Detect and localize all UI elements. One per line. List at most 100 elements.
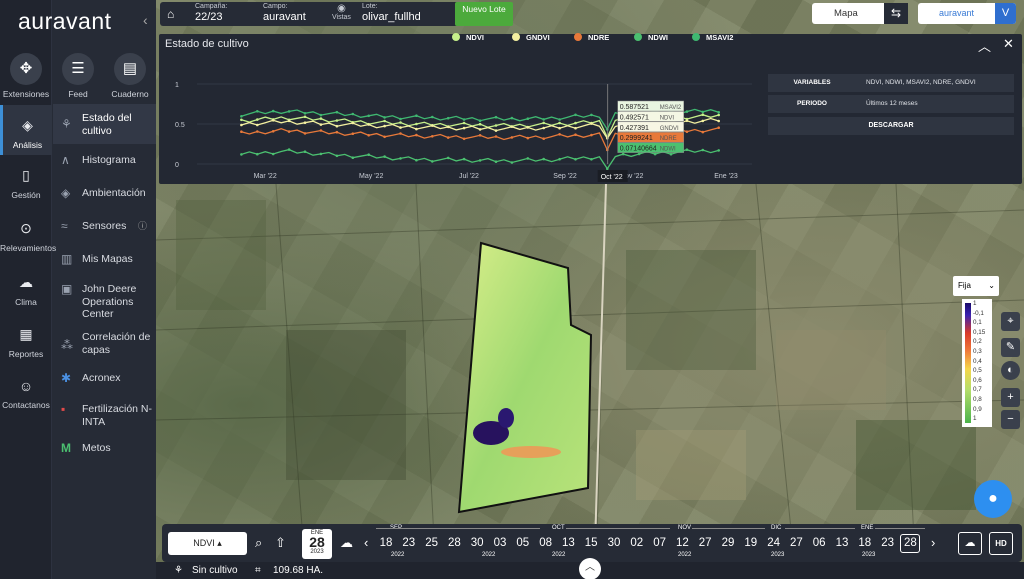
data-point xyxy=(701,113,705,116)
data-point xyxy=(685,130,689,133)
timeline-day[interactable]: 05 xyxy=(513,537,533,549)
scale-label: 0,3 xyxy=(973,348,982,355)
data-point xyxy=(383,116,386,119)
brand-selector[interactable]: auravant V xyxy=(918,3,1016,24)
feed-button[interactable]: ☰ Feed xyxy=(52,53,104,99)
y-tick-label: 0 xyxy=(175,162,179,169)
submenu-histograma[interactable]: ∧ Histograma xyxy=(53,154,156,167)
legend-ndvi[interactable]: NDVI xyxy=(452,33,484,42)
search-icon[interactable]: ⌕ xyxy=(255,535,262,551)
index-select[interactable]: NDVI ▴ xyxy=(168,532,247,555)
data-point xyxy=(335,119,339,122)
chat-bubble-icon[interactable]: ● xyxy=(974,480,1012,518)
timeline-day[interactable]: 27 xyxy=(786,537,806,549)
timeline-day[interactable]: 13 xyxy=(558,537,578,549)
map-icon: ▥ xyxy=(61,252,73,266)
timeline-day[interactable]: 30 xyxy=(604,537,624,549)
data-point xyxy=(399,157,402,160)
timeline-day[interactable]: 27 xyxy=(695,537,715,549)
location-icon[interactable]: ⌖ xyxy=(1001,312,1020,331)
zoom-out-button[interactable]: − xyxy=(1001,410,1020,429)
home-icon[interactable]: ⌂ xyxy=(167,7,174,21)
scale-mode-select[interactable]: Fija ⌄ xyxy=(953,276,999,296)
timeline-day[interactable]: 29 xyxy=(718,537,738,549)
date-picker[interactable]: ENE 28 2023 xyxy=(302,529,332,559)
timeline-day[interactable]: 08 xyxy=(536,537,556,549)
lote-selector[interactable]: Lote: olivar_fullhd xyxy=(362,3,421,23)
data-point xyxy=(494,135,498,138)
close-icon[interactable]: ✕ xyxy=(1003,36,1014,52)
nav-analisis[interactable]: ◈ Análisis xyxy=(0,105,52,155)
timeline-day[interactable]: 02 xyxy=(627,537,647,549)
submenu-fertilizacion[interactable]: ▪ Fertilización N-INTA xyxy=(53,403,156,428)
timeline-day[interactable]: 06 xyxy=(809,537,829,549)
timeline-day[interactable]: 23 xyxy=(399,537,419,549)
timeline-day[interactable]: 23 xyxy=(878,537,898,549)
submenu-mis-mapas[interactable]: ▥ Mis Mapas xyxy=(53,253,156,266)
cloud-toggle-icon[interactable]: ☁ xyxy=(958,532,982,555)
data-point xyxy=(717,113,720,117)
timeline-day[interactable]: 28 xyxy=(900,534,921,553)
nav-gestion[interactable]: ▯ Gestión xyxy=(0,167,52,200)
timeline-day[interactable]: 15 xyxy=(581,537,601,549)
zoom-in-button[interactable]: + xyxy=(1001,388,1020,407)
timeline-day[interactable]: 03 xyxy=(490,537,510,549)
campo-selector[interactable]: Campo: auravant xyxy=(263,3,306,23)
nav-clima[interactable]: ☁ Clima xyxy=(0,274,52,307)
legend-ndwi[interactable]: NDWI xyxy=(634,33,668,42)
upload-icon[interactable]: ⇧ xyxy=(275,535,286,551)
timeline-day[interactable]: 25 xyxy=(422,537,442,549)
cuaderno-button[interactable]: ▤ Cuaderno xyxy=(104,53,156,99)
timeline-day[interactable]: 19 xyxy=(741,537,761,549)
data-point xyxy=(574,121,577,125)
cloud-filter-icon[interactable]: ☁ xyxy=(340,535,353,551)
prev-arrow-icon[interactable]: ‹ xyxy=(364,535,368,550)
extensiones-button[interactable]: ✥ Extensiones xyxy=(0,53,52,99)
timeline-day[interactable]: 13 xyxy=(832,537,852,549)
tooltip-series: MSAVI2 xyxy=(660,105,682,111)
layers-toggle-icon[interactable]: ◐ xyxy=(1001,361,1020,380)
nav-relevamientos[interactable]: ⊙ Relevamientos xyxy=(0,220,56,253)
timeline-day[interactable]: 18 xyxy=(376,537,396,549)
timeline-day[interactable]: 28 xyxy=(444,537,464,549)
timeline-day[interactable]: 18 xyxy=(855,537,875,549)
submenu-acronex[interactable]: ✱ Acronex xyxy=(53,372,156,385)
next-arrow-icon[interactable]: › xyxy=(931,535,935,550)
data-point xyxy=(319,123,323,126)
submenu-estado-cultivo[interactable]: ⚘ Estado del cultivo xyxy=(53,104,156,144)
campana-selector[interactable]: Campaña: 22/23 xyxy=(195,3,227,23)
timeline-day[interactable]: 07 xyxy=(650,537,670,549)
nuevo-lote-button[interactable]: Nuevo Lote xyxy=(455,2,513,26)
submenu-sensores[interactable]: ≈ Sensores ⓘ xyxy=(53,220,156,233)
data-point xyxy=(351,132,355,135)
panel-title: Estado de cultivo xyxy=(165,38,249,50)
legend-ndre[interactable]: NDRE xyxy=(574,33,609,42)
descargar-button[interactable]: DESCARGAR xyxy=(768,117,1014,135)
timeline-day[interactable]: 30 xyxy=(467,537,487,549)
timeline-day[interactable]: 24 xyxy=(764,537,784,549)
app-logo: auravant xyxy=(18,8,112,34)
expand-icon[interactable]: ︿ xyxy=(579,558,601,579)
submenu-correlacion[interactable]: ⁂ Correlación de capas xyxy=(53,331,156,356)
nav-contactanos[interactable]: ☺ Contactanos xyxy=(0,378,52,410)
submenu-john-deere[interactable]: ▣ John Deere Operations Center xyxy=(53,283,156,321)
data-point xyxy=(271,130,275,133)
swap-icon[interactable]: ⇆ xyxy=(884,3,908,24)
submenu-metos[interactable]: M Metos xyxy=(53,442,156,455)
indices-chart[interactable]: 00.51Mar '22 May '22 Jul '22 Sep '22 Nov '22… xyxy=(165,80,765,185)
data-point xyxy=(367,153,370,156)
nav-reportes[interactable]: ▦ Reportes xyxy=(0,326,52,359)
submenu-ambientacion[interactable]: ◈ Ambientación xyxy=(53,187,156,200)
ruler-icon[interactable]: ✎ xyxy=(1001,338,1020,357)
timeline-day[interactable]: 12 xyxy=(672,537,692,549)
data-point xyxy=(478,119,482,122)
hd-button[interactable]: HD xyxy=(989,532,1013,555)
legend-msavi2[interactable]: MSAVI2 xyxy=(692,33,733,42)
data-point xyxy=(590,113,593,117)
data-point xyxy=(701,119,705,123)
vistas-button[interactable]: ◉ Vistas xyxy=(332,3,351,21)
collapse-panel-icon[interactable]: ︿ xyxy=(978,36,991,55)
collapse-icon[interactable]: ‹ xyxy=(143,12,148,28)
legend-gndvi[interactable]: GNDVI xyxy=(512,33,550,42)
info-icon[interactable]: ⓘ xyxy=(138,220,147,233)
